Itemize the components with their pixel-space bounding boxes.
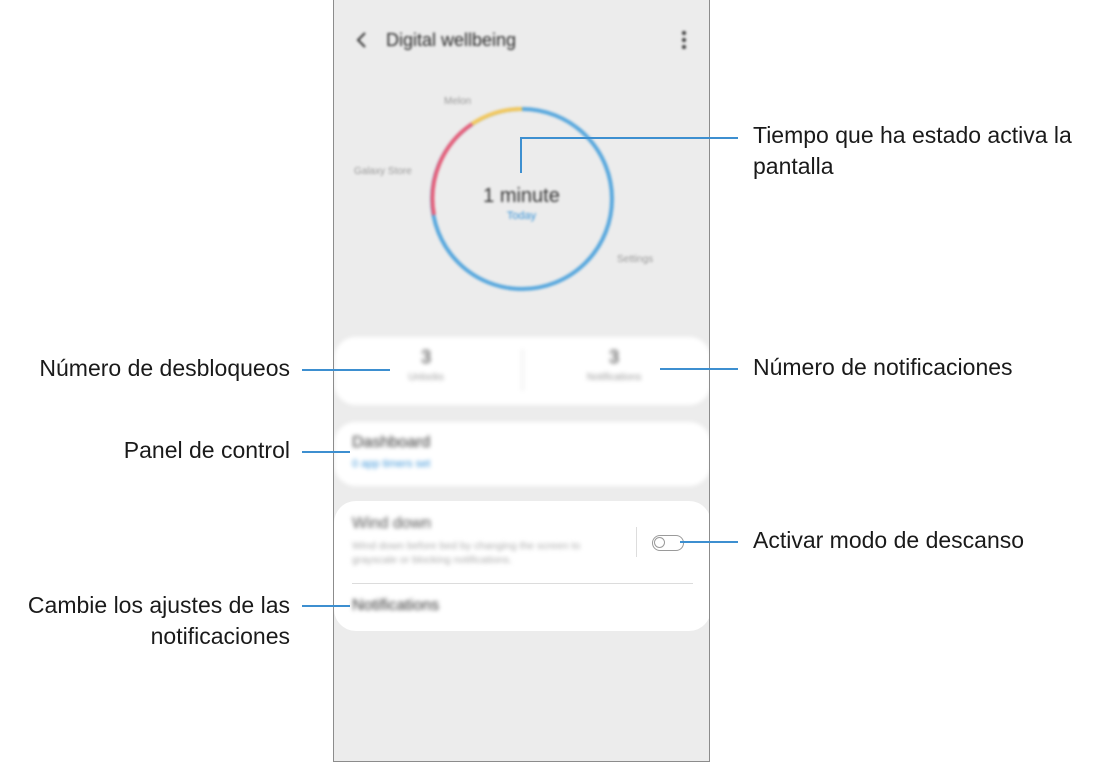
wind-down-divider <box>636 527 637 557</box>
callout-notif-settings-line2: notificaciones <box>150 623 290 649</box>
app-title: Digital wellbeing <box>386 30 517 50</box>
dashboard-card[interactable]: Dashboard 0 app timers set <box>334 422 709 486</box>
card-divider <box>352 583 693 584</box>
unlocks-count: 3 <box>420 347 431 367</box>
callout-notifications: Número de notificaciones <box>753 354 1013 380</box>
wind-down-toggle[interactable] <box>652 535 684 551</box>
notifications-stat[interactable]: 3 Notifications <box>544 347 684 383</box>
callout-screen-time-line2: pantalla <box>753 153 834 179</box>
notifications-label: Notifications <box>586 372 642 383</box>
callout-line-screen-time-v <box>520 137 522 173</box>
wind-down-title: Wind down <box>352 515 432 532</box>
chart-app-label: Settings <box>617 254 654 265</box>
screen-time-period: Today <box>506 210 537 222</box>
callout-unlocks: Número de desbloqueos <box>39 355 290 381</box>
unlocks-stat[interactable]: 3 Unlocks <box>356 347 496 383</box>
stats-card: 3 Unlocks 3 Notifications <box>334 337 709 405</box>
callout-line-notifications <box>660 368 738 370</box>
chart-app-label: Galaxy Store <box>354 166 412 177</box>
unlocks-label: Unlocks <box>408 372 444 383</box>
wind-down-description: Wind down before bed by changing the scr… <box>352 540 581 566</box>
notifications-settings-item[interactable]: Notifications <box>352 597 439 615</box>
callout-screen-time: Tiempo que ha estado activa la pantalla <box>753 120 1072 182</box>
callout-line-unlocks <box>302 369 390 371</box>
callout-line-dashboard <box>302 451 350 453</box>
notifications-count: 3 <box>608 347 619 367</box>
callout-line-wind-down <box>680 541 738 543</box>
callout-screen-time-line1: Tiempo que ha estado activa la <box>753 122 1072 148</box>
phone-screen: Digital wellbeing Melon Galaxy Store Set… <box>333 0 710 762</box>
back-arrow-icon[interactable] <box>354 29 370 51</box>
toggle-knob <box>654 537 665 548</box>
screen-time-value: 1 minute <box>483 185 560 207</box>
dashboard-subtitle: 0 app timers set <box>352 458 431 470</box>
callout-notif-settings-line1: Cambie los ajustes de las <box>27 592 290 618</box>
wind-down-card: Wind down Wind down before bed by changi… <box>334 501 709 631</box>
app-bar: Digital wellbeing <box>334 0 709 79</box>
chart-app-label: Melon <box>444 96 472 107</box>
callout-line-screen-time <box>520 137 738 139</box>
callout-dashboard: Panel de control <box>123 437 290 463</box>
callout-line-notif-settings <box>302 605 350 607</box>
callout-notif-settings: Cambie los ajustes de las notificaciones <box>0 590 290 652</box>
stat-divider <box>522 349 523 391</box>
more-options-icon[interactable] <box>681 31 687 51</box>
callout-wind-down: Activar modo de descanso <box>753 527 1025 553</box>
dashboard-title: Dashboard <box>352 434 431 451</box>
